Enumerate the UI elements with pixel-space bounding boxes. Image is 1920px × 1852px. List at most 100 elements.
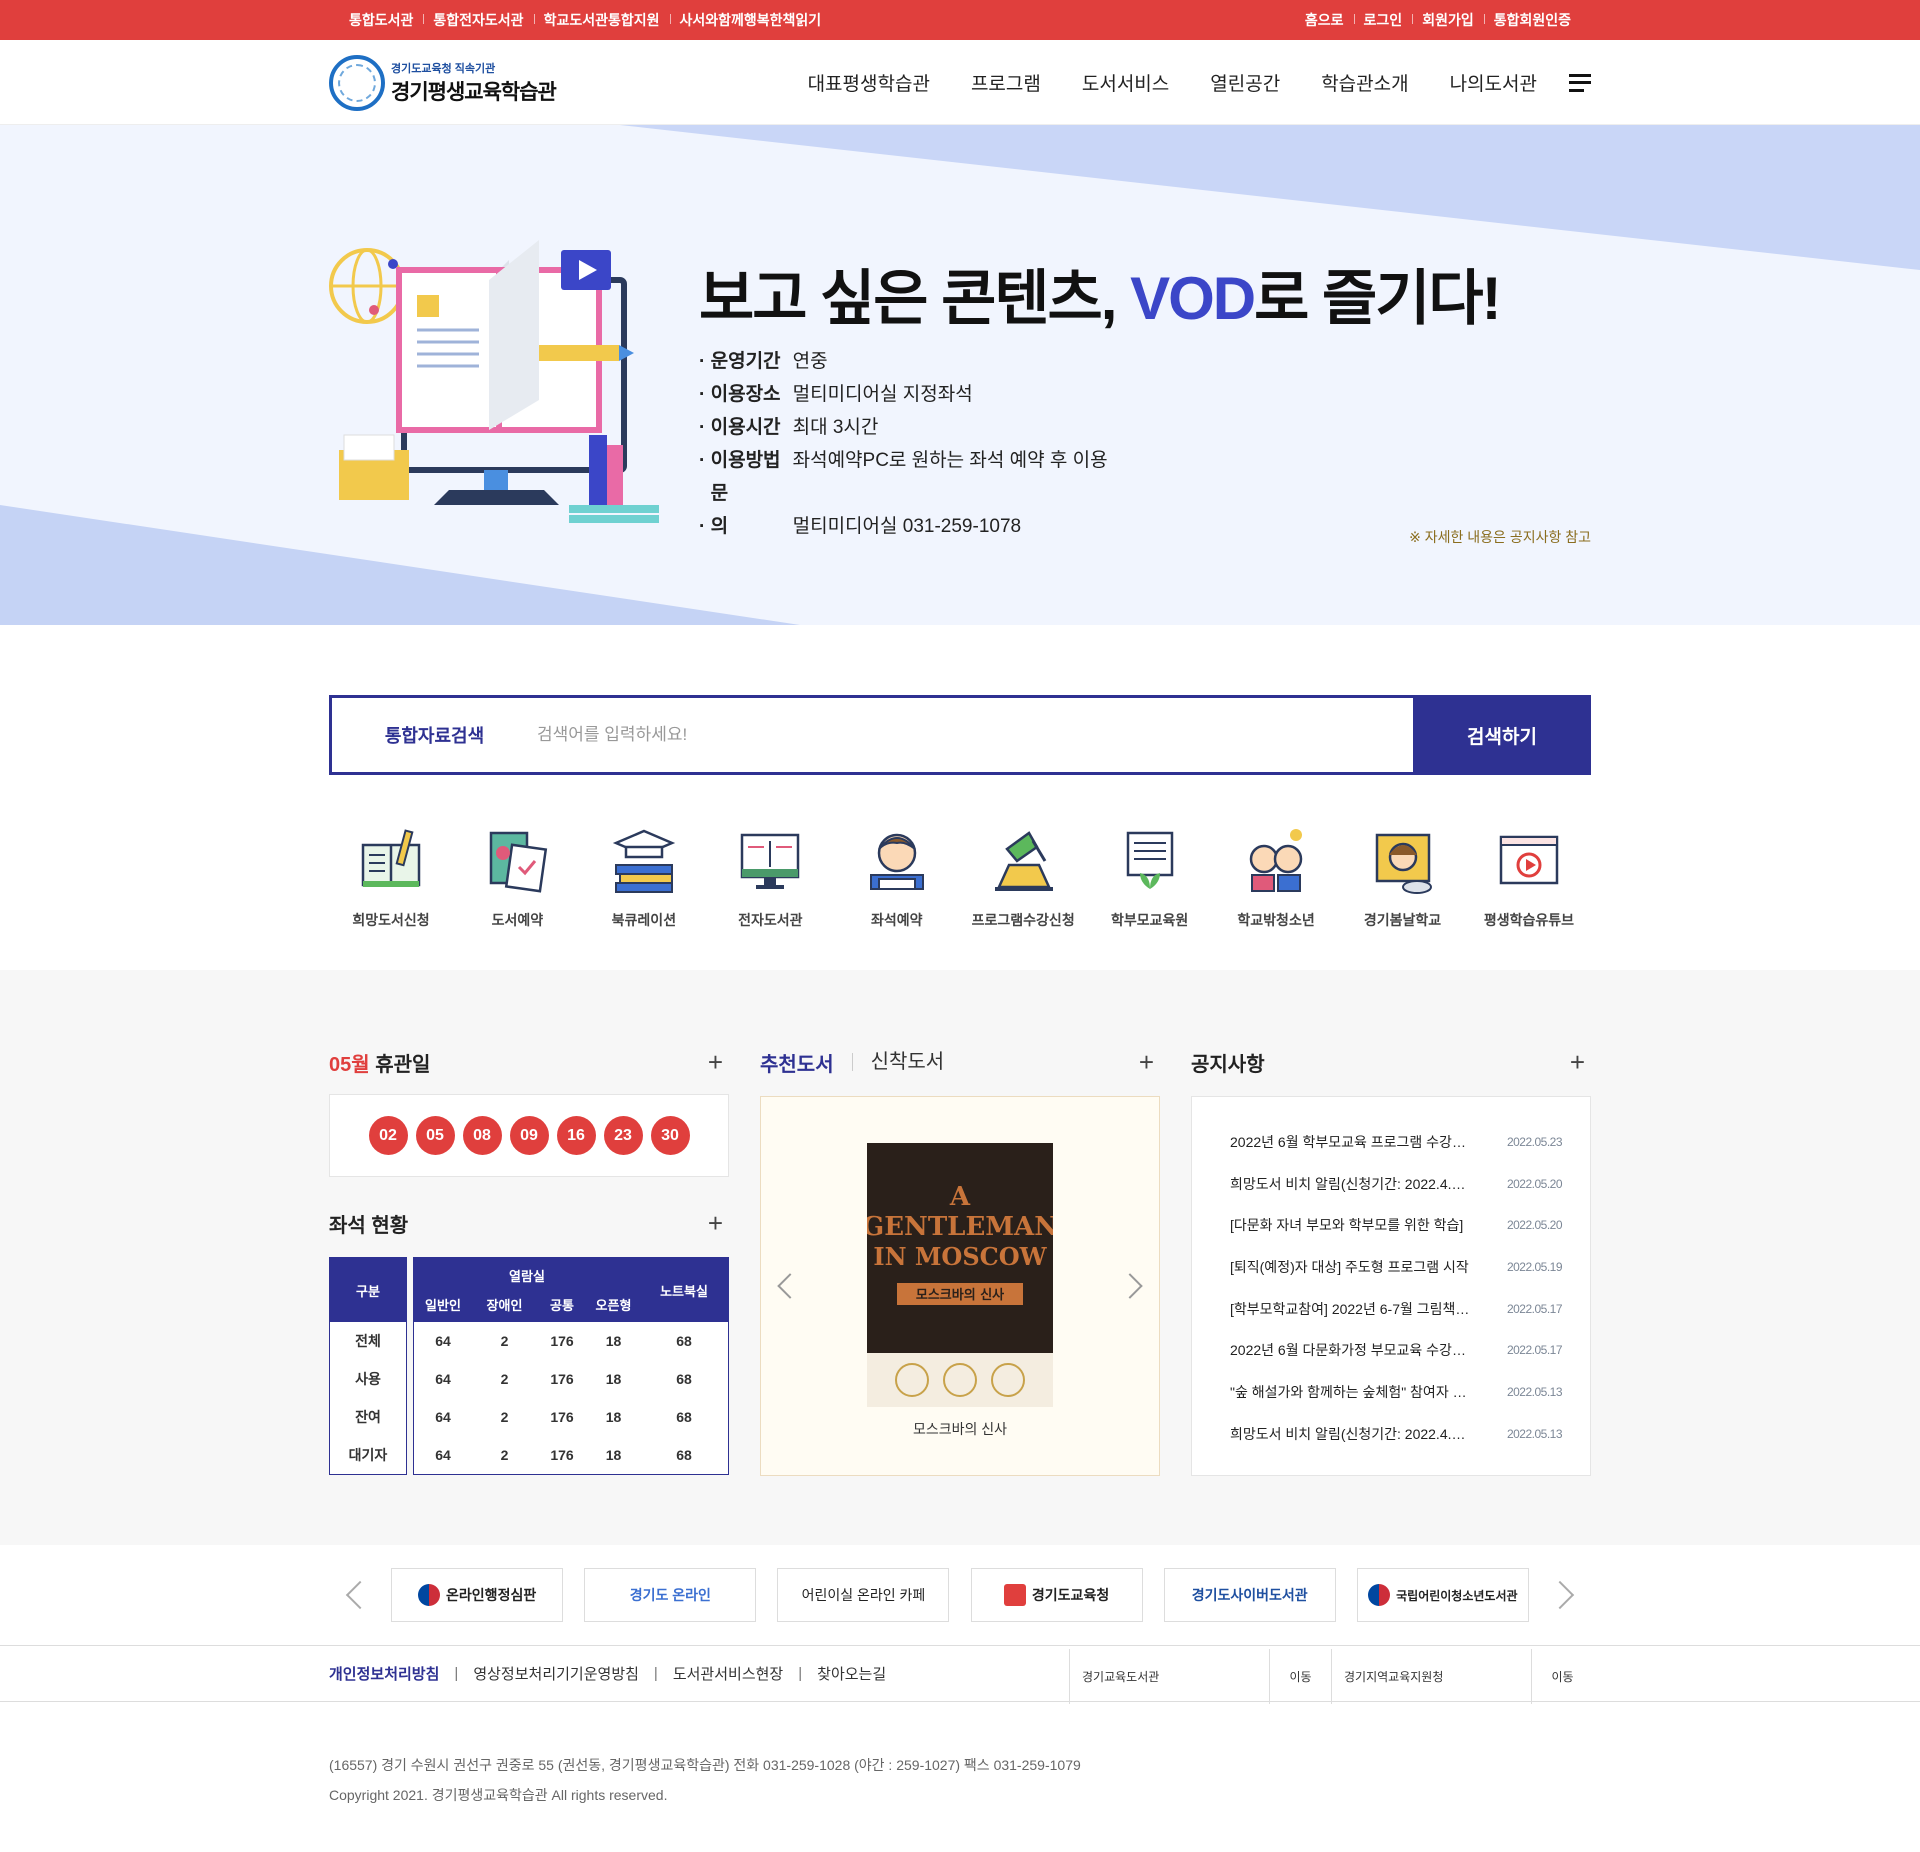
svg-text:A: A — [949, 1182, 971, 1212]
family-site-selectors: 경기교육도서관 이동 경기지역교육지원청 이동 — [1069, 1649, 1593, 1704]
open-book-icon — [1126, 831, 1173, 889]
link-home[interactable]: 홈으로 — [1295, 10, 1354, 30]
go-button-2[interactable]: 이동 — [1531, 1649, 1593, 1704]
seat-row: 64 2 176 18 68 — [435, 1409, 692, 1425]
nav-my-library[interactable]: 나의도서관 — [1450, 69, 1537, 96]
book-next-arrow-icon[interactable] — [1117, 1273, 1143, 1299]
notice-item[interactable]: 희망도서 비치 알림(신청기간: 2022.4.11.~) 2022.05.13 — [1230, 1413, 1563, 1455]
footer-address: (16557) 경기 수원시 권선구 권중로 55 (권선동, 경기평생교육학습… — [329, 1757, 1081, 1773]
go-button-1[interactable]: 이동 — [1269, 1649, 1331, 1704]
logo-subtitle: 경기도교육청 직속기관 — [391, 62, 496, 75]
holiday-seat-column: 05월 휴관일 + 02 05 08 09 16 23 30 좌석 현황 + 구… — [329, 1038, 729, 1476]
link-login[interactable]: 로그인 — [1353, 10, 1413, 30]
link-cctv-policy[interactable]: 영상정보처리기기운영방침 — [458, 1663, 654, 1684]
book-prev-arrow-icon[interactable] — [777, 1273, 803, 1299]
quick-youtube[interactable]: 평생학습유튜브 — [1477, 825, 1581, 970]
banner-gyeonggi-education[interactable]: 경기도교육청 — [970, 1568, 1143, 1622]
banner-national-children-library[interactable]: 국립어린이청소년도서관 — [1356, 1568, 1529, 1622]
link-service-charter[interactable]: 도서관서비스현장 — [658, 1663, 798, 1684]
holiday-list: 02 05 08 09 16 23 30 — [329, 1094, 729, 1177]
search-section: 통합자료검색 검색하기 희망도서신청 도서예약 북큐레이션 전자도서관 — [0, 625, 1920, 970]
student-icon — [869, 833, 924, 890]
link-integrated-auth[interactable]: 통합회원인증 — [1483, 10, 1581, 30]
quick-out-of-school-youth[interactable]: 학교밖청소년 — [1224, 825, 1328, 970]
notice-item[interactable]: 2022년 6월 학부모교육 프로그램 수강생 모집 2022.05.23 — [1230, 1121, 1563, 1163]
book-cover-art: A GENTLEMAN IN MOSCOW 모스크바의 신사 — [862, 1143, 1058, 1407]
holiday-more-plus-icon[interactable]: + — [708, 1047, 729, 1078]
link-school-library[interactable]: 학교도서관통합지원 — [533, 10, 670, 30]
search-box: 통합자료검색 검색하기 — [329, 695, 1591, 775]
search-button[interactable]: 검색하기 — [1413, 695, 1591, 775]
notice-item[interactable]: 희망도서 비치 알림(신청기간: 2022.4.21.~) 2022.05.20 — [1230, 1163, 1563, 1205]
banner-cyber-library[interactable]: 경기도사이버도서관 — [1163, 1568, 1336, 1622]
notice-item[interactable]: 2022년 6월 다문화가정 부모교육 수강생 모집 2022.05.17 — [1230, 1329, 1563, 1371]
nav-about[interactable]: 학습관소개 — [1321, 69, 1408, 96]
banner-kids-cafe[interactable]: 어린이실 온라인 카페 — [777, 1568, 950, 1622]
quick-book-curation[interactable]: 북큐레이션 — [592, 825, 696, 970]
quick-ebook-library[interactable]: 전자도서관 — [718, 825, 822, 970]
link-librarian-reading[interactable]: 사서와함께행복한책읽기 — [669, 10, 832, 30]
nav-open-space[interactable]: 열린공간 — [1210, 69, 1280, 96]
select-district-office[interactable]: 경기지역교육지원청 — [1331, 1649, 1531, 1704]
teacher-icon — [1375, 833, 1432, 894]
link-integrated-ebook[interactable]: 통합전자도서관 — [423, 10, 533, 30]
link-integrated-library[interactable]: 통합도서관 — [339, 10, 423, 30]
seat-more-plus-icon[interactable]: + — [708, 1208, 729, 1239]
site-footer: (16557) 경기 수원시 권선구 권중로 55 (권선동, 경기평생교육학습… — [0, 1702, 1920, 1810]
ebook-monitor-icon — [741, 833, 800, 889]
banner-online-appeal[interactable]: 온라인행정심판 — [391, 1568, 564, 1622]
hero-banner: 보고 싶은 콘텐츠, VOD로 즐기다! 운영기간연중 이용장소멀티미디어실 지… — [0, 125, 1920, 625]
quick-book-reserve[interactable]: 도서예약 — [465, 825, 569, 970]
tab-new-books[interactable]: 신착도서 — [851, 1052, 944, 1072]
book-reserve-icon — [490, 831, 548, 893]
quick-spring-school[interactable]: 경기봄날학교 — [1351, 825, 1455, 970]
holiday-day: 05 — [415, 1116, 455, 1155]
select-education-library[interactable]: 경기교육도서관 — [1069, 1649, 1269, 1704]
emblem-icon — [329, 54, 385, 111]
banner-carousel: 온라인행정심판 경기도 온라인 어린이실 온라인 카페 경기도교육청 경기도사이… — [0, 1545, 1920, 1645]
hero-info-item: 이용장소멀티미디어실 지정좌석 — [699, 378, 1108, 411]
link-directions[interactable]: 찾아오는길 — [802, 1663, 901, 1684]
korea-emblem-icon — [1368, 1584, 1391, 1606]
notice-item[interactable]: [퇴직(예정)자 대상] 주도형 프로그램 시작 2022.05.19 — [1230, 1246, 1563, 1288]
main-contents: 05월 휴관일 + 02 05 08 09 16 23 30 좌석 현황 + 구… — [0, 970, 1920, 1545]
quick-hope-book[interactable]: 희망도서신청 — [339, 825, 443, 970]
hero-title: 보고 싶은 콘텐츠, VOD로 즐기다! — [699, 265, 1502, 332]
holiday-header: 05월 휴관일 + — [329, 1038, 729, 1086]
svg-text:모스크바의 신사: 모스크바의 신사 — [916, 1287, 1004, 1303]
search-input[interactable] — [537, 698, 1413, 772]
notice-header: 공지사항 + — [1191, 1038, 1591, 1086]
banner-next-arrow-icon[interactable] — [1545, 1580, 1575, 1610]
quick-seat-reserve[interactable]: 좌석예약 — [845, 825, 949, 970]
hamburger-menu-icon[interactable] — [1569, 73, 1591, 92]
vod-illustration-icon — [329, 240, 659, 523]
link-signup[interactable]: 회원가입 — [1412, 10, 1484, 30]
book-more-plus-icon[interactable]: + — [1139, 1047, 1160, 1078]
site-logo[interactable]: 경기도교육청 직속기관 경기평생교육학습관 — [329, 54, 557, 111]
tab-recommended-books[interactable]: 추천도서 — [760, 1048, 834, 1077]
banner-gyeonggi-online[interactable]: 경기도 온라인 — [584, 1568, 757, 1622]
footer-links-bar: 개인정보처리방침 | 영상정보처리기기운영방침 | 도서관서비스현장 | 찾아오는길 — [0, 1645, 1920, 1702]
book-cover[interactable]: A GENTLEMAN IN MOSCOW 모스크바의 신사 — [862, 1143, 1058, 1407]
family-site-links: 통합도서관 통합전자도서관 학교도서관통합지원 사서와함께행복한책읽기 — [339, 10, 831, 30]
notice-more-plus-icon[interactable]: + — [1570, 1047, 1591, 1078]
nav-book-service[interactable]: 도서서비스 — [1082, 69, 1169, 96]
link-privacy-policy[interactable]: 개인정보처리방침 — [329, 1663, 454, 1684]
holiday-day: 30 — [650, 1116, 690, 1155]
quick-menu: 희망도서신청 도서예약 북큐레이션 전자도서관 좌석예약 프로그램수강신청 학부… — [329, 775, 1591, 970]
notice-item[interactable]: "숲 해설가와 함께하는 숲체험" 참여자 모집 2022.05.13 — [1230, 1371, 1563, 1413]
banner-prev-arrow-icon[interactable] — [345, 1580, 375, 1610]
quick-program-apply[interactable]: 프로그램수강신청 — [971, 825, 1075, 970]
nav-main-learning[interactable]: 대표평생학습관 — [808, 69, 930, 96]
notice-column: 공지사항 + 2022년 6월 학부모교육 프로그램 수강생 모집 2022.05… — [1191, 1038, 1591, 1476]
seat-header: 좌석 현황 + — [329, 1199, 729, 1247]
holiday-day: 23 — [603, 1116, 643, 1155]
notice-item[interactable]: [학부모학교참여] 2022년 6-7월 그림책 교육 2022.05.17 — [1230, 1288, 1563, 1330]
hero-info-list: 운영기간연중 이용장소멀티미디어실 지정좌석 이용시간최대 3시간 이용방법좌석… — [699, 345, 1108, 543]
book-column: 추천도서 신착도서 + A GENTLEMAN IN MOSCOW 모스크바의 … — [760, 1038, 1160, 1476]
notice-item[interactable]: [다문화 자녀 부모와 학부모를 위한 학습] 2022.05.20 — [1230, 1204, 1563, 1246]
book-title[interactable]: 모스크바의 신사 — [761, 1419, 1159, 1439]
video-play-icon — [1499, 835, 1559, 885]
quick-parent-education[interactable]: 학부모교육원 — [1098, 825, 1202, 970]
nav-program[interactable]: 프로그램 — [971, 69, 1041, 96]
